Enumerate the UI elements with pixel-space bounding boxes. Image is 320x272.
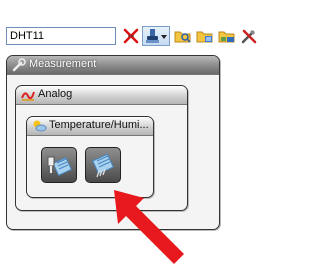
tools-icon[interactable] <box>240 27 258 45</box>
dht-sensor-usb-icon <box>47 156 72 176</box>
analog-panel-header[interactable]: Analog <box>16 86 187 105</box>
dht11-component-button[interactable] <box>41 147 77 183</box>
folder-search-icon[interactable] <box>174 27 192 45</box>
weather-icon <box>33 120 47 132</box>
component-select-icon <box>146 29 159 43</box>
analog-panel-title: Analog <box>38 88 73 100</box>
chevron-down-icon <box>161 35 167 39</box>
wrench-icon <box>12 58 26 72</box>
measurement-panel-header[interactable]: Measurement <box>7 56 219 75</box>
measurement-panel-title: Measurement <box>29 58 97 70</box>
search-input[interactable] <box>6 27 116 45</box>
temperature-panel-header[interactable]: Temperature/Humi... <box>27 117 153 136</box>
component-select-button[interactable] <box>142 26 170 46</box>
analog-icon <box>21 91 35 101</box>
dht-sensor-icon <box>92 153 114 178</box>
clear-filter-icon[interactable] <box>122 27 140 45</box>
red-arrow-annotation <box>114 190 184 264</box>
temperature-panel: Temperature/Humi... <box>26 116 154 198</box>
folder-share-icon[interactable] <box>218 27 236 45</box>
folder-list-icon[interactable] <box>196 27 214 45</box>
dht11-sensor-button[interactable] <box>85 147 121 183</box>
temperature-panel-title: Temperature/Humi... <box>49 119 149 131</box>
